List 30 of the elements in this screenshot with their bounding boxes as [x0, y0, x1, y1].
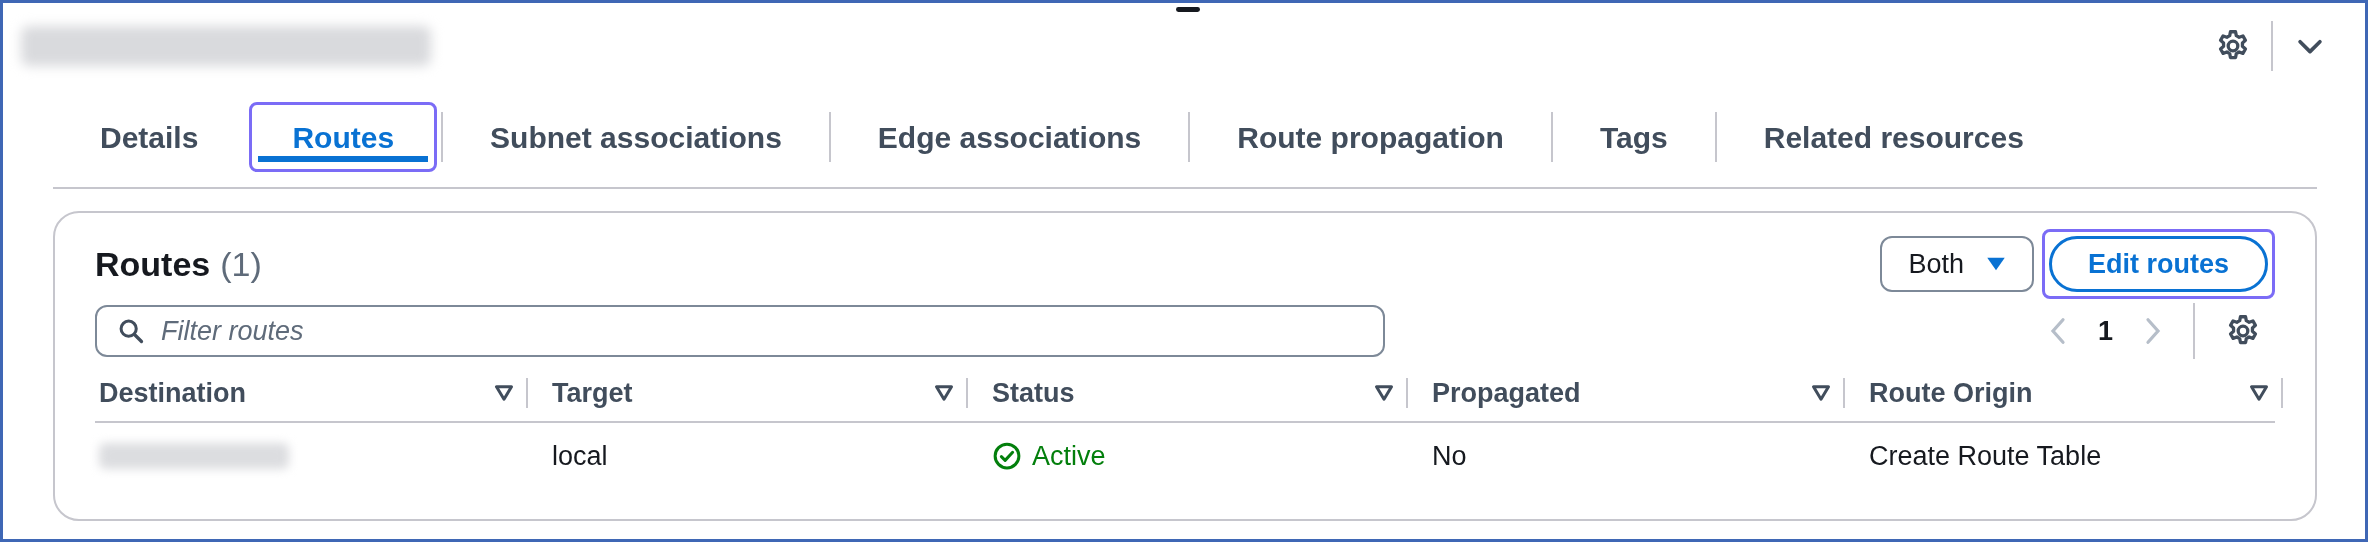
column-header: Status: [992, 377, 1075, 409]
tab[interactable]: Route propagation: [1194, 102, 1547, 172]
edit-routes-button[interactable]: Edit routes: [2049, 236, 2268, 292]
tab[interactable]: Tags: [1556, 102, 1711, 172]
table-cell: Create Route Table: [1869, 440, 2102, 472]
status-text: Active: [1032, 440, 1106, 472]
page-number[interactable]: 1: [2097, 315, 2113, 347]
column-header: Route Origin: [1869, 377, 2033, 409]
table-cell: No: [1432, 440, 1467, 472]
tab[interactable]: Routes: [249, 102, 438, 172]
sort-icon[interactable]: [1374, 384, 1394, 402]
search-icon: [117, 317, 145, 345]
caret-down-icon: [1986, 256, 2006, 272]
search-field[interactable]: Filter routes: [95, 305, 1385, 357]
tab[interactable]: Details: [57, 102, 242, 172]
sort-icon[interactable]: [2249, 384, 2269, 402]
item-count: (1): [220, 244, 262, 283]
tab[interactable]: Edge associations: [834, 102, 1185, 172]
tab[interactable]: Related resources: [1720, 102, 2067, 172]
tab[interactable]: Subnet associations: [447, 102, 825, 172]
table-cell: local: [552, 440, 608, 472]
drag-handle-icon[interactable]: [1176, 7, 1200, 12]
panel-title: Routes: [95, 244, 211, 283]
column-header: Propagated: [1432, 377, 1581, 409]
filter-select[interactable]: Both: [1880, 236, 2034, 292]
column-header: Destination: [99, 377, 246, 409]
column-header: Target: [552, 377, 633, 409]
sort-icon[interactable]: [934, 384, 954, 402]
sort-icon[interactable]: [494, 384, 514, 402]
sort-icon[interactable]: [1811, 384, 1831, 402]
